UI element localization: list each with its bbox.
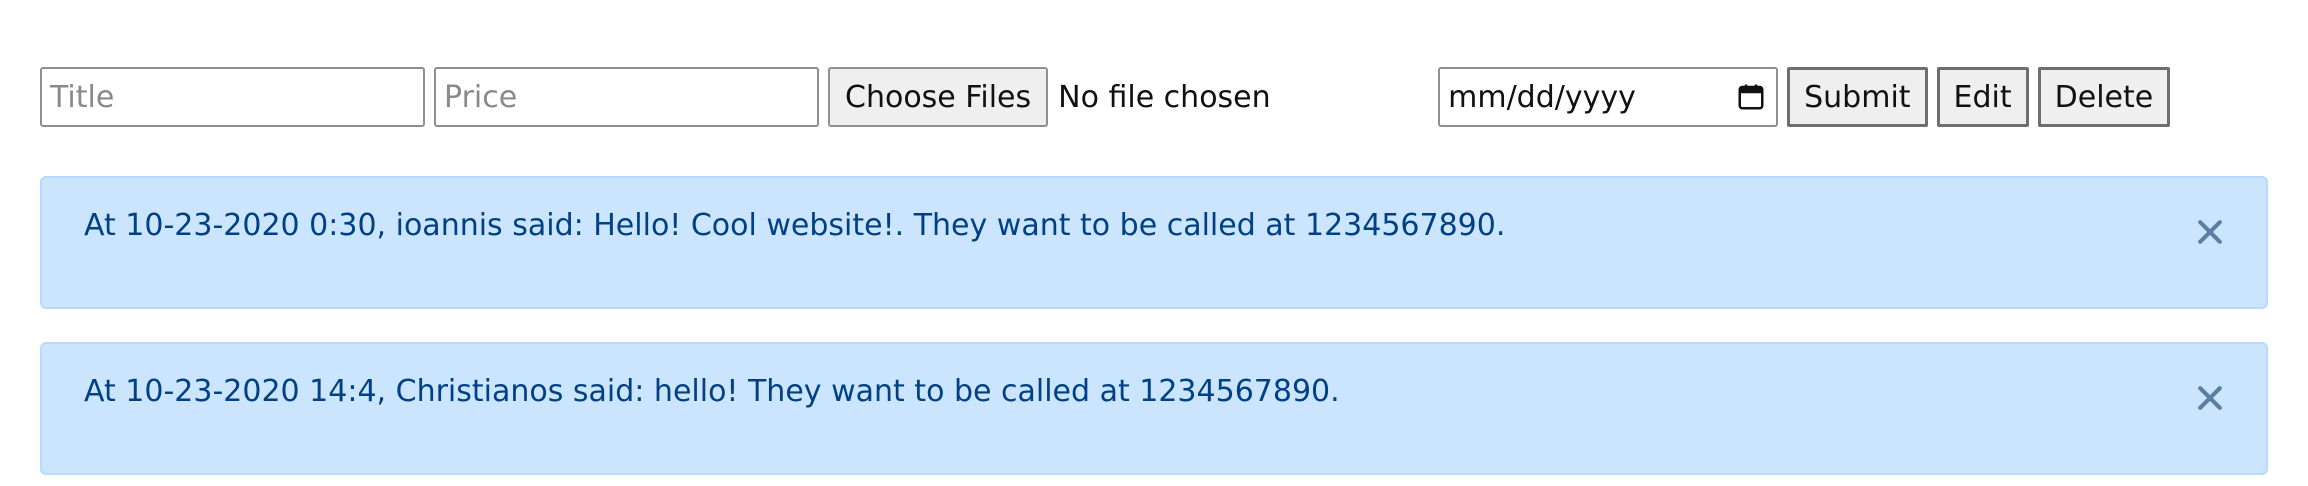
date-placeholder: mm/dd/yyyy [1448,79,1636,115]
close-icon[interactable] [2196,384,2224,412]
message-text: At 10-23-2020 14:4, Christianos said: he… [84,374,1340,409]
calendar-icon[interactable] [1736,82,1766,112]
item-form: Choose Files No file chosen mm/dd/yyyy S… [40,67,2171,127]
file-status-text: No file chosen [1058,79,1271,115]
date-input[interactable]: mm/dd/yyyy [1438,67,1779,127]
message-text: At 10-23-2020 0:30, ioannis said: Hello!… [84,208,1506,243]
delete-button[interactable]: Delete [2037,67,2171,127]
close-icon[interactable] [2196,218,2224,246]
title-input[interactable] [40,67,425,127]
edit-button[interactable]: Edit [1936,67,2029,127]
message-alert: At 10-23-2020 14:4, Christianos said: he… [40,342,2268,475]
choose-files-button[interactable]: Choose Files [828,67,1049,127]
message-alert: At 10-23-2020 0:30, ioannis said: Hello!… [40,176,2268,309]
submit-button[interactable]: Submit [1787,67,1928,127]
price-input[interactable] [434,67,819,127]
